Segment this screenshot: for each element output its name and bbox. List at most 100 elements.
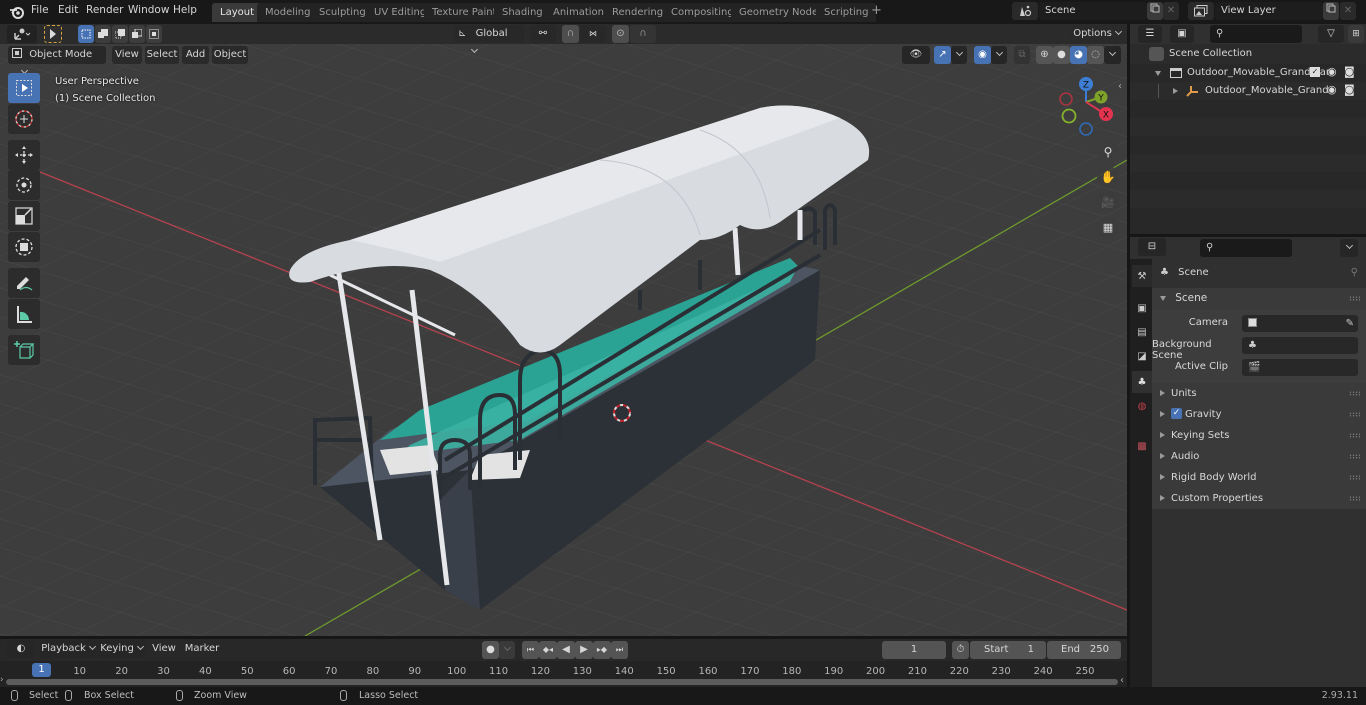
tool-select-box[interactable] bbox=[8, 73, 40, 103]
use-preview-range-toggle[interactable]: ⏱ bbox=[952, 641, 969, 659]
jump-to-start-button[interactable]: ⏮ bbox=[522, 641, 539, 659]
zoom-view-button[interactable]: ⚲ bbox=[1097, 141, 1119, 163]
sidebar-toggle-icon[interactable]: ‹ bbox=[1118, 81, 1127, 95]
active-clip-field[interactable]: 🎬 bbox=[1242, 359, 1358, 376]
snap-toggle[interactable]: ∩ bbox=[562, 25, 579, 43]
shading-rendered-button[interactable]: ◌ bbox=[1087, 46, 1104, 64]
proportional-falloff-dropdown[interactable]: ∩ bbox=[630, 25, 656, 43]
tab-texture-paint[interactable]: Texture Paint bbox=[424, 3, 505, 22]
camera-render-icon[interactable]: ◙ bbox=[1344, 83, 1355, 96]
tab-modeling[interactable]: Modeling bbox=[257, 3, 319, 22]
viewport-canvas[interactable] bbox=[0, 24, 1127, 636]
shading-dropdown[interactable] bbox=[1104, 46, 1121, 64]
outliner-row[interactable]: Outdoor_Movable_Grand ◉ ◙ bbox=[1130, 82, 1366, 100]
properties-options-dropdown[interactable] bbox=[1340, 239, 1358, 257]
play-button[interactable]: ▶ bbox=[575, 641, 593, 659]
timeline-scrollbar[interactable] bbox=[6, 679, 1118, 685]
gizmo-dropdown[interactable] bbox=[951, 46, 967, 64]
neg-z-axis-handle[interactable] bbox=[1079, 122, 1093, 136]
expand-arrow-icon[interactable] bbox=[1155, 71, 1161, 76]
outliner-row[interactable]: Outdoor_Movable_Grandstan ✓ ◉ ◙ bbox=[1130, 64, 1366, 82]
auto-keying-dropdown[interactable] bbox=[499, 641, 515, 659]
delete-view-layer-button[interactable]: ✕ bbox=[1340, 2, 1356, 20]
menu-file[interactable]: File bbox=[31, 4, 49, 16]
navigation-gizmo[interactable]: Z Y X bbox=[1055, 72, 1120, 137]
exclude-checkbox[interactable]: ✓ bbox=[1310, 67, 1320, 77]
scene-name-field[interactable]: Scene bbox=[1039, 2, 1147, 20]
audio-panel-header[interactable]: Audio bbox=[1152, 446, 1366, 467]
tool-move[interactable] bbox=[8, 140, 40, 170]
select-mode-subtract-button[interactable] bbox=[112, 25, 128, 43]
snap-target-dropdown[interactable]: ⋈ bbox=[580, 25, 606, 43]
editor-type-button[interactable] bbox=[7, 25, 37, 43]
menu-view[interactable]: View bbox=[150, 640, 178, 658]
eye-icon[interactable]: ◉ bbox=[1327, 83, 1337, 96]
camera-field[interactable]: ✎ bbox=[1242, 315, 1358, 332]
auto-keying-toggle[interactable]: ● bbox=[482, 641, 499, 659]
neg-x-axis-handle[interactable] bbox=[1059, 92, 1073, 106]
menu-edit[interactable]: Edit bbox=[58, 4, 78, 16]
tool-cursor[interactable] bbox=[8, 104, 40, 134]
tab-shading[interactable]: Shading bbox=[494, 3, 551, 22]
eyedropper-icon[interactable]: ✎ bbox=[1346, 315, 1354, 332]
menu-marker[interactable]: Marker bbox=[183, 640, 221, 658]
gizmo-toggle[interactable]: ↗ bbox=[934, 46, 951, 64]
gravity-panel-header[interactable]: ✓ Gravity bbox=[1152, 404, 1366, 425]
pivot-point-dropdown[interactable]: ⚯ bbox=[530, 25, 556, 43]
scene-browse-button[interactable] bbox=[1012, 2, 1038, 20]
drag-handle-icon[interactable] bbox=[1349, 391, 1360, 396]
tab-layout[interactable]: Layout bbox=[212, 3, 262, 22]
playback-dropdown[interactable]: Playback bbox=[40, 640, 96, 658]
view-layer-browse-button[interactable] bbox=[1188, 2, 1214, 20]
tab-texture[interactable]: ▩ bbox=[1132, 435, 1152, 457]
keying-dropdown[interactable]: Keying bbox=[97, 640, 146, 658]
play-reverse-button[interactable]: ◀ bbox=[557, 641, 575, 659]
shading-wireframe-button[interactable]: ⊕ bbox=[1036, 46, 1053, 64]
tab-scene[interactable]: ♣ bbox=[1132, 371, 1152, 393]
neg-y-axis-handle[interactable] bbox=[1061, 108, 1077, 124]
tool-annotate[interactable] bbox=[8, 268, 40, 298]
drag-handle-icon[interactable] bbox=[1349, 475, 1360, 480]
tab-view-layer[interactable]: ◪ bbox=[1132, 345, 1152, 367]
scene-panel-header[interactable]: Scene bbox=[1152, 288, 1366, 309]
overlays-dropdown[interactable] bbox=[991, 46, 1007, 64]
jump-next-keyframe-button[interactable]: ▸◆ bbox=[593, 641, 611, 659]
tab-tool[interactable]: ⚒ bbox=[1132, 265, 1152, 287]
expand-arrow-icon[interactable]: › bbox=[0, 675, 4, 685]
jump-to-end-button[interactable]: ⏭ bbox=[611, 641, 628, 659]
eye-icon[interactable]: ◉ bbox=[1327, 65, 1337, 78]
tab-rendering[interactable]: Rendering bbox=[604, 3, 672, 22]
view-layer-name-field[interactable]: View Layer bbox=[1215, 2, 1323, 20]
transform-orientation-dropdown[interactable]: ⊾ Global bbox=[454, 25, 524, 54]
menu-add[interactable]: Add bbox=[182, 46, 209, 64]
tool-transform[interactable] bbox=[8, 232, 40, 262]
select-mode-intersect-button[interactable] bbox=[146, 25, 162, 43]
menu-help[interactable]: Help bbox=[173, 4, 197, 16]
rigid-body-world-panel-header[interactable]: Rigid Body World bbox=[1152, 467, 1366, 488]
pan-view-button[interactable]: ✋ bbox=[1097, 166, 1119, 188]
drag-handle-icon[interactable] bbox=[1349, 454, 1360, 459]
drag-handle-icon[interactable] bbox=[1349, 433, 1360, 438]
blender-logo-icon[interactable] bbox=[9, 4, 25, 20]
options-dropdown[interactable]: Options bbox=[1070, 25, 1124, 43]
xray-toggle[interactable]: ⧉ bbox=[1014, 46, 1030, 64]
visibility-dropdown[interactable]: 👁 bbox=[902, 46, 930, 64]
tab-render[interactable]: ▣ bbox=[1132, 297, 1152, 319]
collapse-arrow-icon[interactable]: ‹ bbox=[1120, 675, 1124, 686]
drag-handle-icon[interactable] bbox=[1349, 496, 1360, 501]
tab-sculpting[interactable]: Sculpting bbox=[311, 3, 374, 22]
tab-animation[interactable]: Animation bbox=[545, 3, 612, 22]
new-scene-button[interactable] bbox=[1147, 2, 1163, 20]
menu-select[interactable]: Select bbox=[145, 46, 179, 64]
playhead-frame-indicator[interactable]: 1 bbox=[32, 663, 51, 677]
outliner-editor-type[interactable]: ☰ bbox=[1138, 25, 1162, 43]
menu-view[interactable]: View bbox=[112, 46, 142, 64]
pin-icon[interactable]: ⚲ bbox=[1351, 262, 1358, 283]
new-view-layer-button[interactable] bbox=[1323, 2, 1339, 20]
ortho-toggle-button[interactable]: ▦ bbox=[1097, 216, 1119, 238]
outliner-search-input[interactable]: ⚲ bbox=[1210, 25, 1302, 43]
tool-scale[interactable] bbox=[8, 201, 40, 231]
custom-properties-panel-header[interactable]: Custom Properties bbox=[1152, 488, 1366, 509]
new-collection-button[interactable]: ⊞ bbox=[1348, 25, 1364, 43]
keying-sets-panel-header[interactable]: Keying Sets bbox=[1152, 425, 1366, 446]
